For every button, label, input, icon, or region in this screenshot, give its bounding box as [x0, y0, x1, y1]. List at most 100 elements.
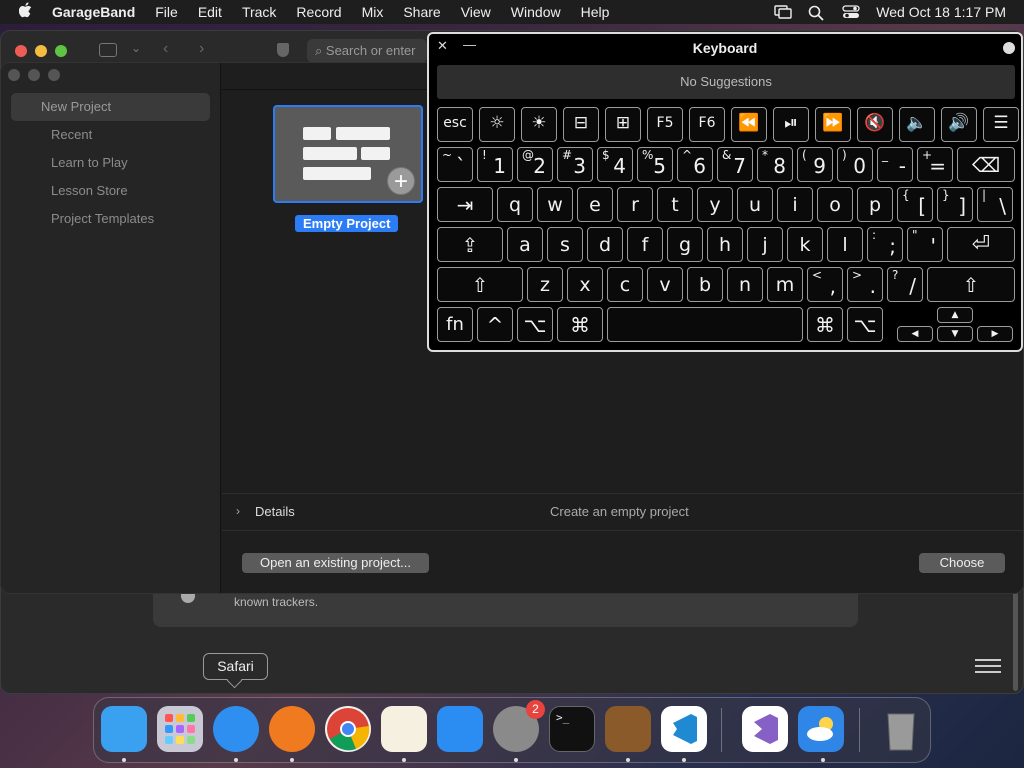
key-8[interactable]: * 8	[757, 147, 793, 182]
key-b[interactable]: b	[687, 267, 723, 302]
key-caps-lock[interactable]: ⇪	[437, 227, 503, 262]
key-f5[interactable]: F5	[647, 107, 683, 142]
key-tab[interactable]: ⇥	[437, 187, 493, 222]
key-p[interactable]: p	[857, 187, 893, 222]
screen-mirroring-icon[interactable]	[774, 5, 792, 19]
key-e[interactable]: e	[577, 187, 613, 222]
menu-window[interactable]: Window	[501, 0, 571, 24]
key-backtick[interactable]: ~ `	[437, 147, 473, 182]
key-control[interactable]: ^	[477, 307, 513, 342]
sidebar-item-recent[interactable]: Recent	[11, 121, 210, 149]
key-i[interactable]: i	[777, 187, 813, 222]
key-right-command[interactable]: ⌘	[807, 307, 843, 342]
key-esc[interactable]: esc	[437, 107, 473, 142]
customize-sliders-icon[interactable]	[975, 655, 1001, 677]
key-q[interactable]: q	[497, 187, 533, 222]
scrollbar[interactable]	[1013, 591, 1018, 691]
weather-icon[interactable]	[798, 706, 844, 752]
key-1[interactable]: ! 1	[477, 147, 513, 182]
menu-view[interactable]: View	[451, 0, 501, 24]
details-label[interactable]: Details	[255, 504, 295, 519]
visualstudio-icon[interactable]	[742, 706, 788, 752]
key-delete[interactable]: ⌫	[957, 147, 1015, 182]
key-right-shift[interactable]: ⇧	[927, 267, 1015, 302]
chevron-down-icon[interactable]: ⌄	[131, 41, 141, 55]
key--[interactable]: _ -	[877, 147, 913, 182]
close-icon[interactable]	[8, 69, 20, 81]
zoom-icon[interactable]	[48, 69, 60, 81]
key-d[interactable]: d	[587, 227, 623, 262]
appstore-icon[interactable]	[437, 706, 483, 752]
key-v[interactable]: v	[647, 267, 683, 302]
key-7[interactable]: & 7	[717, 147, 753, 182]
key-return[interactable]: ⏎	[947, 227, 1015, 262]
menu-share[interactable]: Share	[393, 0, 450, 24]
key-bracket-12[interactable]: }]	[937, 187, 973, 222]
key-4[interactable]: $4	[597, 147, 633, 182]
key-3[interactable]: #3	[557, 147, 593, 182]
key-option[interactable]: ⌥	[517, 307, 553, 342]
choose-button[interactable]: Choose	[919, 553, 1005, 573]
key-o[interactable]: o	[817, 187, 853, 222]
terminal-icon[interactable]: >_	[549, 706, 595, 752]
key-space[interactable]	[607, 307, 803, 342]
key-bracket-11[interactable]: {[	[897, 187, 933, 222]
vscode-icon[interactable]	[661, 706, 707, 752]
key-g[interactable]: g	[667, 227, 703, 262]
menu-clock[interactable]: Wed Oct 18 1:17 PM	[876, 4, 1006, 20]
key-punct-10[interactable]: ? /	[887, 267, 923, 302]
key-2[interactable]: @2	[517, 147, 553, 182]
key-f[interactable]: f	[627, 227, 663, 262]
key-mission-control[interactable]: ⊟	[563, 107, 599, 142]
trash-icon[interactable]	[878, 706, 924, 752]
key-=[interactable]: + =	[917, 147, 953, 182]
minimize-icon[interactable]	[28, 69, 40, 81]
key-n[interactable]: n	[727, 267, 763, 302]
key-arrow-up[interactable]: ▲	[937, 307, 973, 323]
key-fn[interactable]: fn	[437, 307, 473, 342]
privacy-report-card[interactable]: known trackers.	[153, 593, 858, 627]
key-punct-10[interactable]: :;	[867, 227, 903, 262]
sidebar-item-lesson-store[interactable]: Lesson Store	[11, 177, 210, 205]
menu-app-name[interactable]: GarageBand	[52, 0, 145, 24]
privacy-shield-icon[interactable]	[277, 43, 289, 57]
menu-record[interactable]: Record	[286, 0, 351, 24]
key-play-pause[interactable]: ⏯	[773, 107, 809, 142]
key-right-option[interactable]: ⌥	[847, 307, 883, 342]
key-bracket-13[interactable]: | \	[977, 187, 1013, 222]
key-t[interactable]: t	[657, 187, 693, 222]
key-punct-8[interactable]: <,	[807, 267, 843, 302]
key-6[interactable]: ^ 6	[677, 147, 713, 182]
close-icon[interactable]	[15, 45, 27, 57]
apple-menu-icon[interactable]	[0, 2, 52, 22]
key-arrow-left[interactable]: ◀	[897, 326, 933, 342]
key-punct-9[interactable]: >.	[847, 267, 883, 302]
settings-gear-icon[interactable]: 2	[493, 700, 545, 752]
key-j[interactable]: j	[747, 227, 783, 262]
textedit-icon[interactable]	[381, 706, 427, 752]
address-bar[interactable]: ⌕ Search or enter	[307, 39, 427, 63]
key-x[interactable]: x	[567, 267, 603, 302]
back-icon[interactable]: ‹	[163, 40, 168, 58]
control-center-icon[interactable]	[842, 5, 860, 19]
spotlight-search-icon[interactable]	[808, 5, 824, 21]
sidebar-item-project-templates[interactable]: Project Templates	[11, 205, 210, 233]
key-arrow-down[interactable]: ▼	[937, 326, 973, 342]
key-s[interactable]: s	[547, 227, 583, 262]
key-list[interactable]: ☰	[983, 107, 1019, 142]
menu-file[interactable]: File	[145, 0, 188, 24]
key-f6[interactable]: F6	[689, 107, 725, 142]
disclosure-chevron-icon[interactable]: ›	[236, 504, 240, 518]
key-l[interactable]: l	[827, 227, 863, 262]
minimize-icon[interactable]	[35, 45, 47, 57]
key-h[interactable]: h	[707, 227, 743, 262]
key-5[interactable]: % 5	[637, 147, 673, 182]
finder-icon[interactable]	[101, 706, 147, 752]
key-volume-down[interactable]: 🔈	[899, 107, 935, 142]
key-punct-11[interactable]: " '	[907, 227, 943, 262]
launchpad-icon[interactable]	[157, 706, 203, 752]
forward-icon[interactable]: ›	[199, 40, 204, 58]
key-fast-forward[interactable]: ⏩	[815, 107, 851, 142]
zoom-icon[interactable]	[55, 45, 67, 57]
key-brightness-up[interactable]: ☀	[521, 107, 557, 142]
